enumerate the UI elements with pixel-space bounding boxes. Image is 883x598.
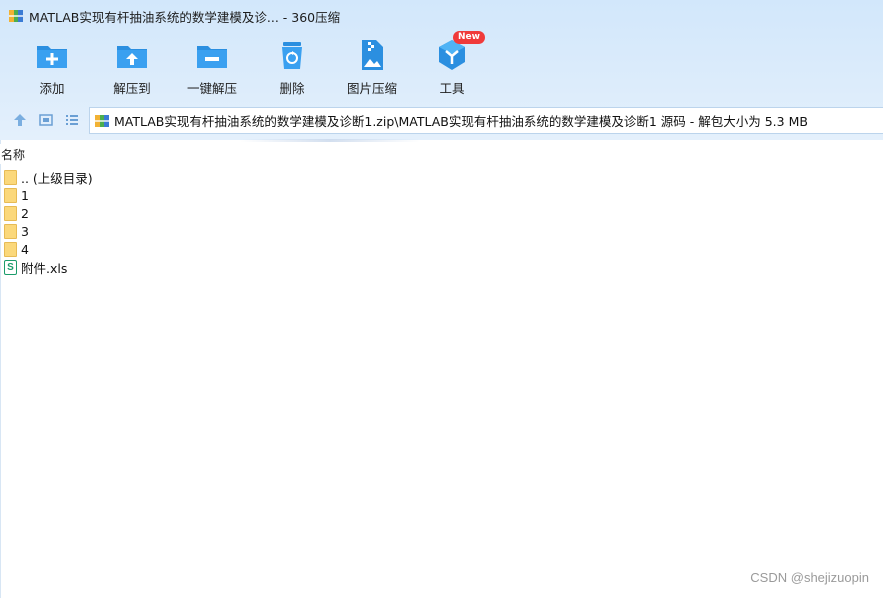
list-view-button[interactable]: [64, 112, 80, 128]
image-compress-label: 图片压缩: [346, 81, 397, 96]
folder-add-icon: [35, 38, 69, 72]
image-zip-icon: [355, 38, 389, 72]
extract-to-button[interactable]: 解压到: [92, 36, 172, 98]
extract-to-label: 解压到: [113, 81, 151, 96]
list-item[interactable]: 1: [4, 186, 604, 204]
arrow-up-icon: [14, 114, 26, 126]
window-title: MATLAB实现有杆抽油系统的数学建模及诊... - 360压缩: [29, 9, 341, 25]
up-level-button[interactable]: [12, 112, 28, 128]
tools-label: 工具: [439, 81, 465, 96]
new-badge: New: [453, 31, 485, 44]
archive-app-icon: [8, 8, 24, 24]
recycle-bin-icon: [275, 38, 309, 72]
image-compress-button[interactable]: 图片压缩: [332, 36, 412, 98]
folder-extract-icon: [115, 38, 149, 72]
thumbnail-view-icon: [39, 114, 53, 126]
top-panel: MATLAB实现有杆抽油系统的数学建模及诊... - 360压缩 添加 解压到 …: [0, 0, 883, 140]
toolbar: 添加 解压到 一键解压 删除 图片压缩 工具: [12, 36, 492, 98]
list-item[interactable]: 2: [4, 204, 604, 222]
list-item[interactable]: S 附件.xls: [4, 258, 604, 276]
folder-icon: [4, 223, 17, 239]
tools-button[interactable]: 工具: [412, 36, 492, 98]
folder-icon: [4, 169, 17, 185]
file-name: .. (上级目录): [21, 170, 93, 186]
path-field[interactable]: MATLAB实现有杆抽油系统的数学建模及诊断1.zip\MATLAB实现有杆抽油…: [89, 107, 883, 134]
list-item-parent[interactable]: .. (上级目录): [4, 168, 604, 186]
folder-icon: [4, 241, 17, 257]
thumbnail-view-button[interactable]: [38, 112, 54, 128]
delete-button[interactable]: 删除: [252, 36, 332, 98]
list-item[interactable]: 4: [4, 240, 604, 258]
file-name: 4: [21, 241, 29, 257]
list-item[interactable]: 3: [4, 222, 604, 240]
file-name: 附件.xls: [21, 260, 68, 276]
column-header: 名称: [0, 144, 883, 164]
add-button[interactable]: 添加: [12, 36, 92, 98]
folder-icon: [4, 205, 17, 221]
header-divider: [240, 139, 420, 142]
file-name: 3: [21, 223, 29, 239]
path-text: MATLAB实现有杆抽油系统的数学建模及诊断1.zip\MATLAB实现有杆抽油…: [114, 114, 808, 129]
one-click-extract-label: 一键解压: [186, 81, 237, 96]
file-name: 2: [21, 205, 29, 221]
file-list: .. (上级目录) 1 2 3 4 S 附件.xls: [4, 168, 604, 276]
archive-path-icon: [94, 113, 110, 129]
name-column-header[interactable]: 名称: [1, 146, 25, 163]
add-label: 添加: [39, 81, 65, 96]
spreadsheet-icon: S: [4, 259, 17, 275]
address-bar: MATLAB实现有杆抽油系统的数学建模及诊断1.zip\MATLAB实现有杆抽油…: [0, 104, 883, 136]
list-view-icon: [66, 115, 78, 125]
folder-icon: [4, 187, 17, 203]
one-click-extract-button[interactable]: 一键解压: [172, 36, 252, 98]
file-name: 1: [21, 187, 29, 203]
delete-label: 删除: [279, 81, 305, 96]
title-bar: MATLAB实现有杆抽油系统的数学建模及诊... - 360压缩: [0, 0, 883, 32]
folder-oneclick-icon: [195, 38, 229, 72]
watermark: CSDN @shejizuopin: [750, 570, 869, 585]
left-border: [0, 140, 1, 598]
